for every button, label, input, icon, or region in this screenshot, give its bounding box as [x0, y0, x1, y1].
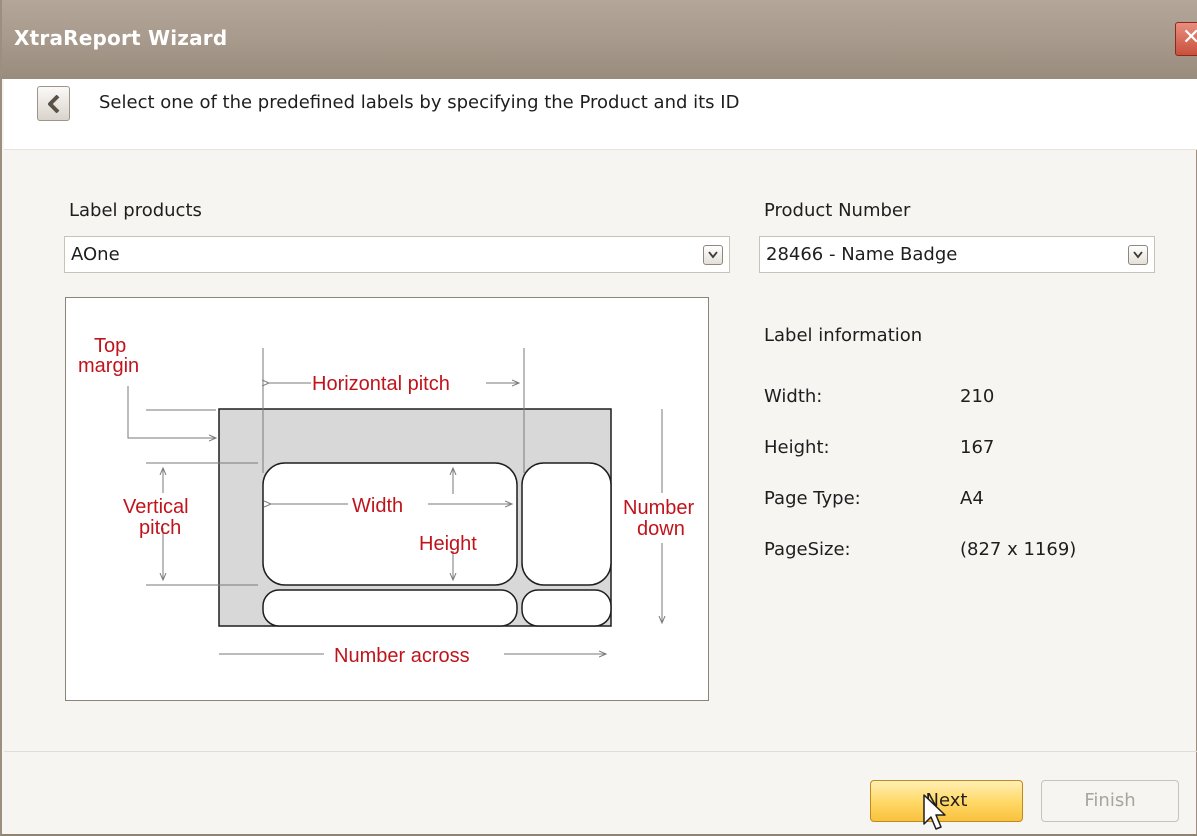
title-bar: XtraReport Wizard: [2, 0, 1197, 79]
label-products-combo[interactable]: AOne: [64, 236, 730, 273]
label-preview-diagram: Top margin Horizontal pitch Vertical pit…: [65, 297, 709, 701]
vertical-pitch-caption-2: pitch: [139, 517, 181, 539]
number-across-caption: Number across: [334, 645, 470, 667]
horizontal-pitch-caption: Horizontal pitch: [312, 373, 450, 395]
number-down-caption-1: Number: [623, 497, 694, 519]
info-value-height: 167: [960, 437, 995, 458]
chevron-down-icon[interactable]: [703, 245, 723, 265]
label-cell-bottom: [262, 589, 518, 627]
header-band: [4, 79, 1197, 150]
product-number-combo[interactable]: 28466 - Name Badge: [759, 236, 1155, 273]
mouse-pointer-icon: [923, 794, 946, 830]
product-number-label: Product Number: [764, 200, 911, 221]
label-layout-svg: Top margin Horizontal pitch Vertical pit…: [78, 335, 694, 667]
back-button[interactable]: [37, 86, 70, 121]
label-info-heading: Label information: [764, 325, 923, 346]
label-cell-bottom-right: [521, 589, 612, 627]
close-icon: ✕: [1182, 25, 1197, 50]
finish-button[interactable]: Finish: [1041, 780, 1179, 822]
header-instruction: Select one of the predefined labels by s…: [99, 92, 740, 113]
info-value-page-size: (827 x 1169): [960, 539, 1077, 560]
product-number-value: 28466 - Name Badge: [766, 244, 958, 265]
chevron-down-icon[interactable]: [1128, 245, 1148, 265]
vertical-pitch-caption-1: Vertical: [123, 496, 189, 518]
label-products-label: Label products: [69, 200, 202, 221]
label-cell-main: [262, 462, 518, 586]
info-value-page-type: A4: [960, 488, 984, 509]
chevron-left-icon: [48, 95, 60, 113]
window-title: XtraReport Wizard: [14, 26, 228, 50]
footer-separator: [4, 751, 1197, 752]
top-margin-caption-1: Top: [94, 335, 126, 357]
width-caption: Width: [352, 495, 403, 517]
wizard-window: XtraReport Wizard ✕ Select one of the pr…: [0, 0, 1197, 836]
info-key-width: Width:: [764, 386, 823, 407]
info-key-page-size: PageSize:: [764, 539, 851, 560]
close-button[interactable]: ✕: [1175, 22, 1197, 56]
label-cell-right: [521, 462, 612, 586]
height-caption: Height: [419, 533, 477, 555]
label-products-value: AOne: [71, 244, 120, 265]
info-key-height: Height:: [764, 437, 830, 458]
info-value-width: 210: [960, 386, 995, 407]
number-down-caption-2: down: [637, 518, 685, 540]
top-margin-caption-2: margin: [78, 355, 139, 377]
info-key-page-type: Page Type:: [764, 488, 861, 509]
